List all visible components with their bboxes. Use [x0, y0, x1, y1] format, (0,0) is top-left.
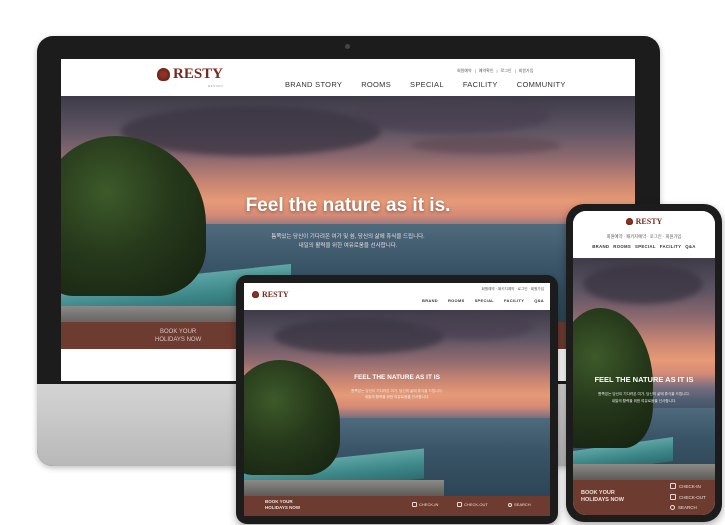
phone-util-links[interactable]: 회원예약 · 패키지예약 · 로그인 · 회원가입: [573, 234, 715, 240]
phone-nav-qna[interactable]: Q&A: [685, 244, 695, 249]
phone-book-now[interactable]: BOOK YOUR HOLIDAYS NOW: [581, 490, 624, 504]
desktop-nav: BRAND STORY ROOMS SPECIAL FACILITY COMMU…: [285, 80, 566, 89]
book-line-2: HOLIDAYS NOW: [265, 505, 301, 510]
nav-rooms[interactable]: ROOMS: [361, 80, 391, 89]
tablet-check-in[interactable]: CHECK-IN: [412, 502, 438, 507]
cloud-shape: [583, 264, 703, 304]
tablet-nav-qna[interactable]: Q&A: [534, 298, 544, 303]
phone-device: RESTY 회원예약 · 패키지예약 · 로그인 · 회원가입 BRAND RO…: [566, 204, 722, 522]
tablet-nav-rooms[interactable]: ROOMS: [448, 298, 465, 303]
phone-brand-name: RESTY: [635, 217, 663, 226]
tree-logo-icon: [252, 291, 259, 298]
desktop-book-now[interactable]: BOOK YOUR HOLIDAYS NOW: [155, 328, 201, 344]
phone-nav-brand[interactable]: BRAND: [592, 244, 609, 249]
phone-nav-facility[interactable]: FACILITY: [660, 244, 682, 249]
phone-subtext-2: 내일의 활력을 위한 여유로움을 선사합니다.: [611, 399, 677, 403]
phone-headline: FEEL THE NATURE AS IT IS: [594, 375, 694, 384]
deck-area: [244, 480, 444, 496]
check-in-label: CHECK-IN: [419, 502, 439, 507]
phone-nav: BRAND ROOMS SPECIAL FACILITY Q&A: [573, 244, 715, 249]
nav-brand-story[interactable]: BRAND STORY: [285, 80, 342, 89]
phone-check-in[interactable]: CHECK-IN: [670, 483, 701, 489]
desktop-header: RESTY RESORT 회원예약 | 예약확인 | 로그인 | 회원가입 BRAND…: [61, 59, 635, 96]
phone-hero-image: FEEL THE NATURE AS IT IS 틈쪽있는 당신이 기다려온 여…: [573, 258, 715, 480]
search-icon: [670, 505, 675, 510]
check-out-label: CHECK-OUT: [679, 494, 706, 500]
tablet-hero-image: FEEL THE NATURE AS IT IS 틈쪽있는 당신이 기다려온 여…: [244, 310, 550, 496]
util-link-join[interactable]: 회원가입: [519, 68, 534, 74]
phone-nav-rooms[interactable]: ROOMS: [613, 244, 631, 249]
desktop-subtext-2: 내일의 활력을 위한 여유로움을 선사합니다.: [298, 243, 398, 249]
calendar-icon: [412, 502, 417, 507]
phone-booking-bar: BOOK YOUR HOLIDAYS NOW CHECK-IN CHECK-OU…: [573, 480, 715, 515]
phone-logo[interactable]: RESTY: [573, 217, 715, 226]
tablet-subtext-2: 내일의 활력을 위한 여유로움을 선사합니다.: [364, 395, 430, 399]
nav-special[interactable]: SPECIAL: [410, 80, 444, 89]
tablet-book-now[interactable]: BOOK YOUR HOLIDAYS NOW: [265, 499, 300, 511]
tablet-util-links[interactable]: 회원예약 · 패키지예약 · 로그인 · 회원가입: [482, 287, 544, 292]
check-out-label: CHECK-OUT: [464, 502, 488, 507]
nav-facility[interactable]: FACILITY: [463, 80, 498, 89]
tablet-brand-name: RESTY: [262, 290, 289, 299]
tablet-nav-special[interactable]: SPECIAL: [475, 298, 494, 303]
tablet-screen: RESTY 회원예약 · 패키지예약 · 로그인 · 회원가입 BRAND RO…: [244, 283, 550, 516]
search-label: SEARCH: [514, 502, 531, 507]
calendar-icon: [670, 494, 676, 500]
tablet-device: RESTY 회원예약 · 패키지예약 · 로그인 · 회원가입 BRAND RO…: [236, 275, 558, 524]
util-link-reserve[interactable]: 회원예약: [457, 68, 472, 74]
tablet-headline: FEEL THE NATURE AS IT IS: [354, 374, 440, 381]
calendar-icon: [457, 502, 462, 507]
cloud-shape: [414, 312, 534, 340]
cloud-shape: [351, 96, 551, 134]
tablet-nav-facility[interactable]: FACILITY: [504, 298, 524, 303]
tablet-check-out[interactable]: CHECK-OUT: [457, 502, 488, 507]
calendar-icon: [670, 483, 676, 489]
camera-dot: [345, 44, 350, 49]
tablet-nav: BRAND ROOMS SPECIAL FACILITY Q&A: [422, 298, 544, 303]
tablet-nav-brand[interactable]: BRAND: [422, 298, 438, 303]
book-line-1: BOOK YOUR: [581, 490, 615, 496]
desktop-brand-sub: RESORT: [208, 84, 224, 88]
desktop-brand-name: RESTY: [173, 66, 224, 82]
phone-check-out[interactable]: CHECK-OUT: [670, 494, 706, 500]
book-line-2: HOLIDAYS NOW: [155, 337, 202, 343]
tablet-subtext-1: 틈쪽있는 당신이 기다려온 여가, 당신의 삶에 휴식을 드립니다.: [351, 389, 443, 393]
phone-subtext-1: 틈쪽있는 당신이 기다려온 여가, 당신의 삶에 휴식을 드립니다.: [598, 392, 690, 396]
cloud-shape: [411, 136, 561, 154]
tablet-logo[interactable]: RESTY: [252, 290, 289, 299]
tablet-booking-bar: BOOK YOUR HOLIDAYS NOW CHECK-IN CHECK-OU…: [244, 496, 550, 516]
deck-area: [573, 464, 715, 480]
phone-screen: RESTY 회원예약 · 패키지예약 · 로그인 · 회원가입 BRAND RO…: [573, 211, 715, 515]
phone-search[interactable]: SEARCH: [670, 505, 697, 510]
search-label: SEARCH: [678, 505, 697, 510]
tree-logo-icon: [625, 218, 633, 225]
phone-nav-special[interactable]: SPECIAL: [635, 244, 656, 249]
tree-logo-icon: [157, 68, 170, 81]
book-line-2: HOLIDAYS NOW: [581, 497, 624, 503]
nav-community[interactable]: COMMUNITY: [517, 80, 566, 89]
tablet-search[interactable]: SEARCH: [508, 502, 531, 507]
check-in-label: CHECK-IN: [679, 483, 701, 489]
search-icon: [508, 502, 512, 507]
util-link-login[interactable]: 로그인: [501, 68, 512, 74]
desktop-util-links: 회원예약 | 예약확인 | 로그인 | 회원가입: [457, 68, 534, 74]
book-line-1: BOOK YOUR: [160, 329, 197, 335]
desktop-subtext-1: 틈쪽있는 당신이 기다려온 여가 및 쉼, 당신의 삶에 휴식을 드립니다.: [271, 234, 425, 240]
tablet-header: RESTY 회원예약 · 패키지예약 · 로그인 · 회원가입 BRAND RO…: [244, 283, 550, 310]
util-link-check[interactable]: 예약확인: [479, 68, 494, 74]
desktop-headline: Feel the nature as it is.: [245, 195, 451, 216]
phone-header: RESTY 회원예약 · 패키지예약 · 로그인 · 회원가입 BRAND RO…: [573, 211, 715, 258]
desktop-logo[interactable]: RESTY: [157, 66, 223, 83]
